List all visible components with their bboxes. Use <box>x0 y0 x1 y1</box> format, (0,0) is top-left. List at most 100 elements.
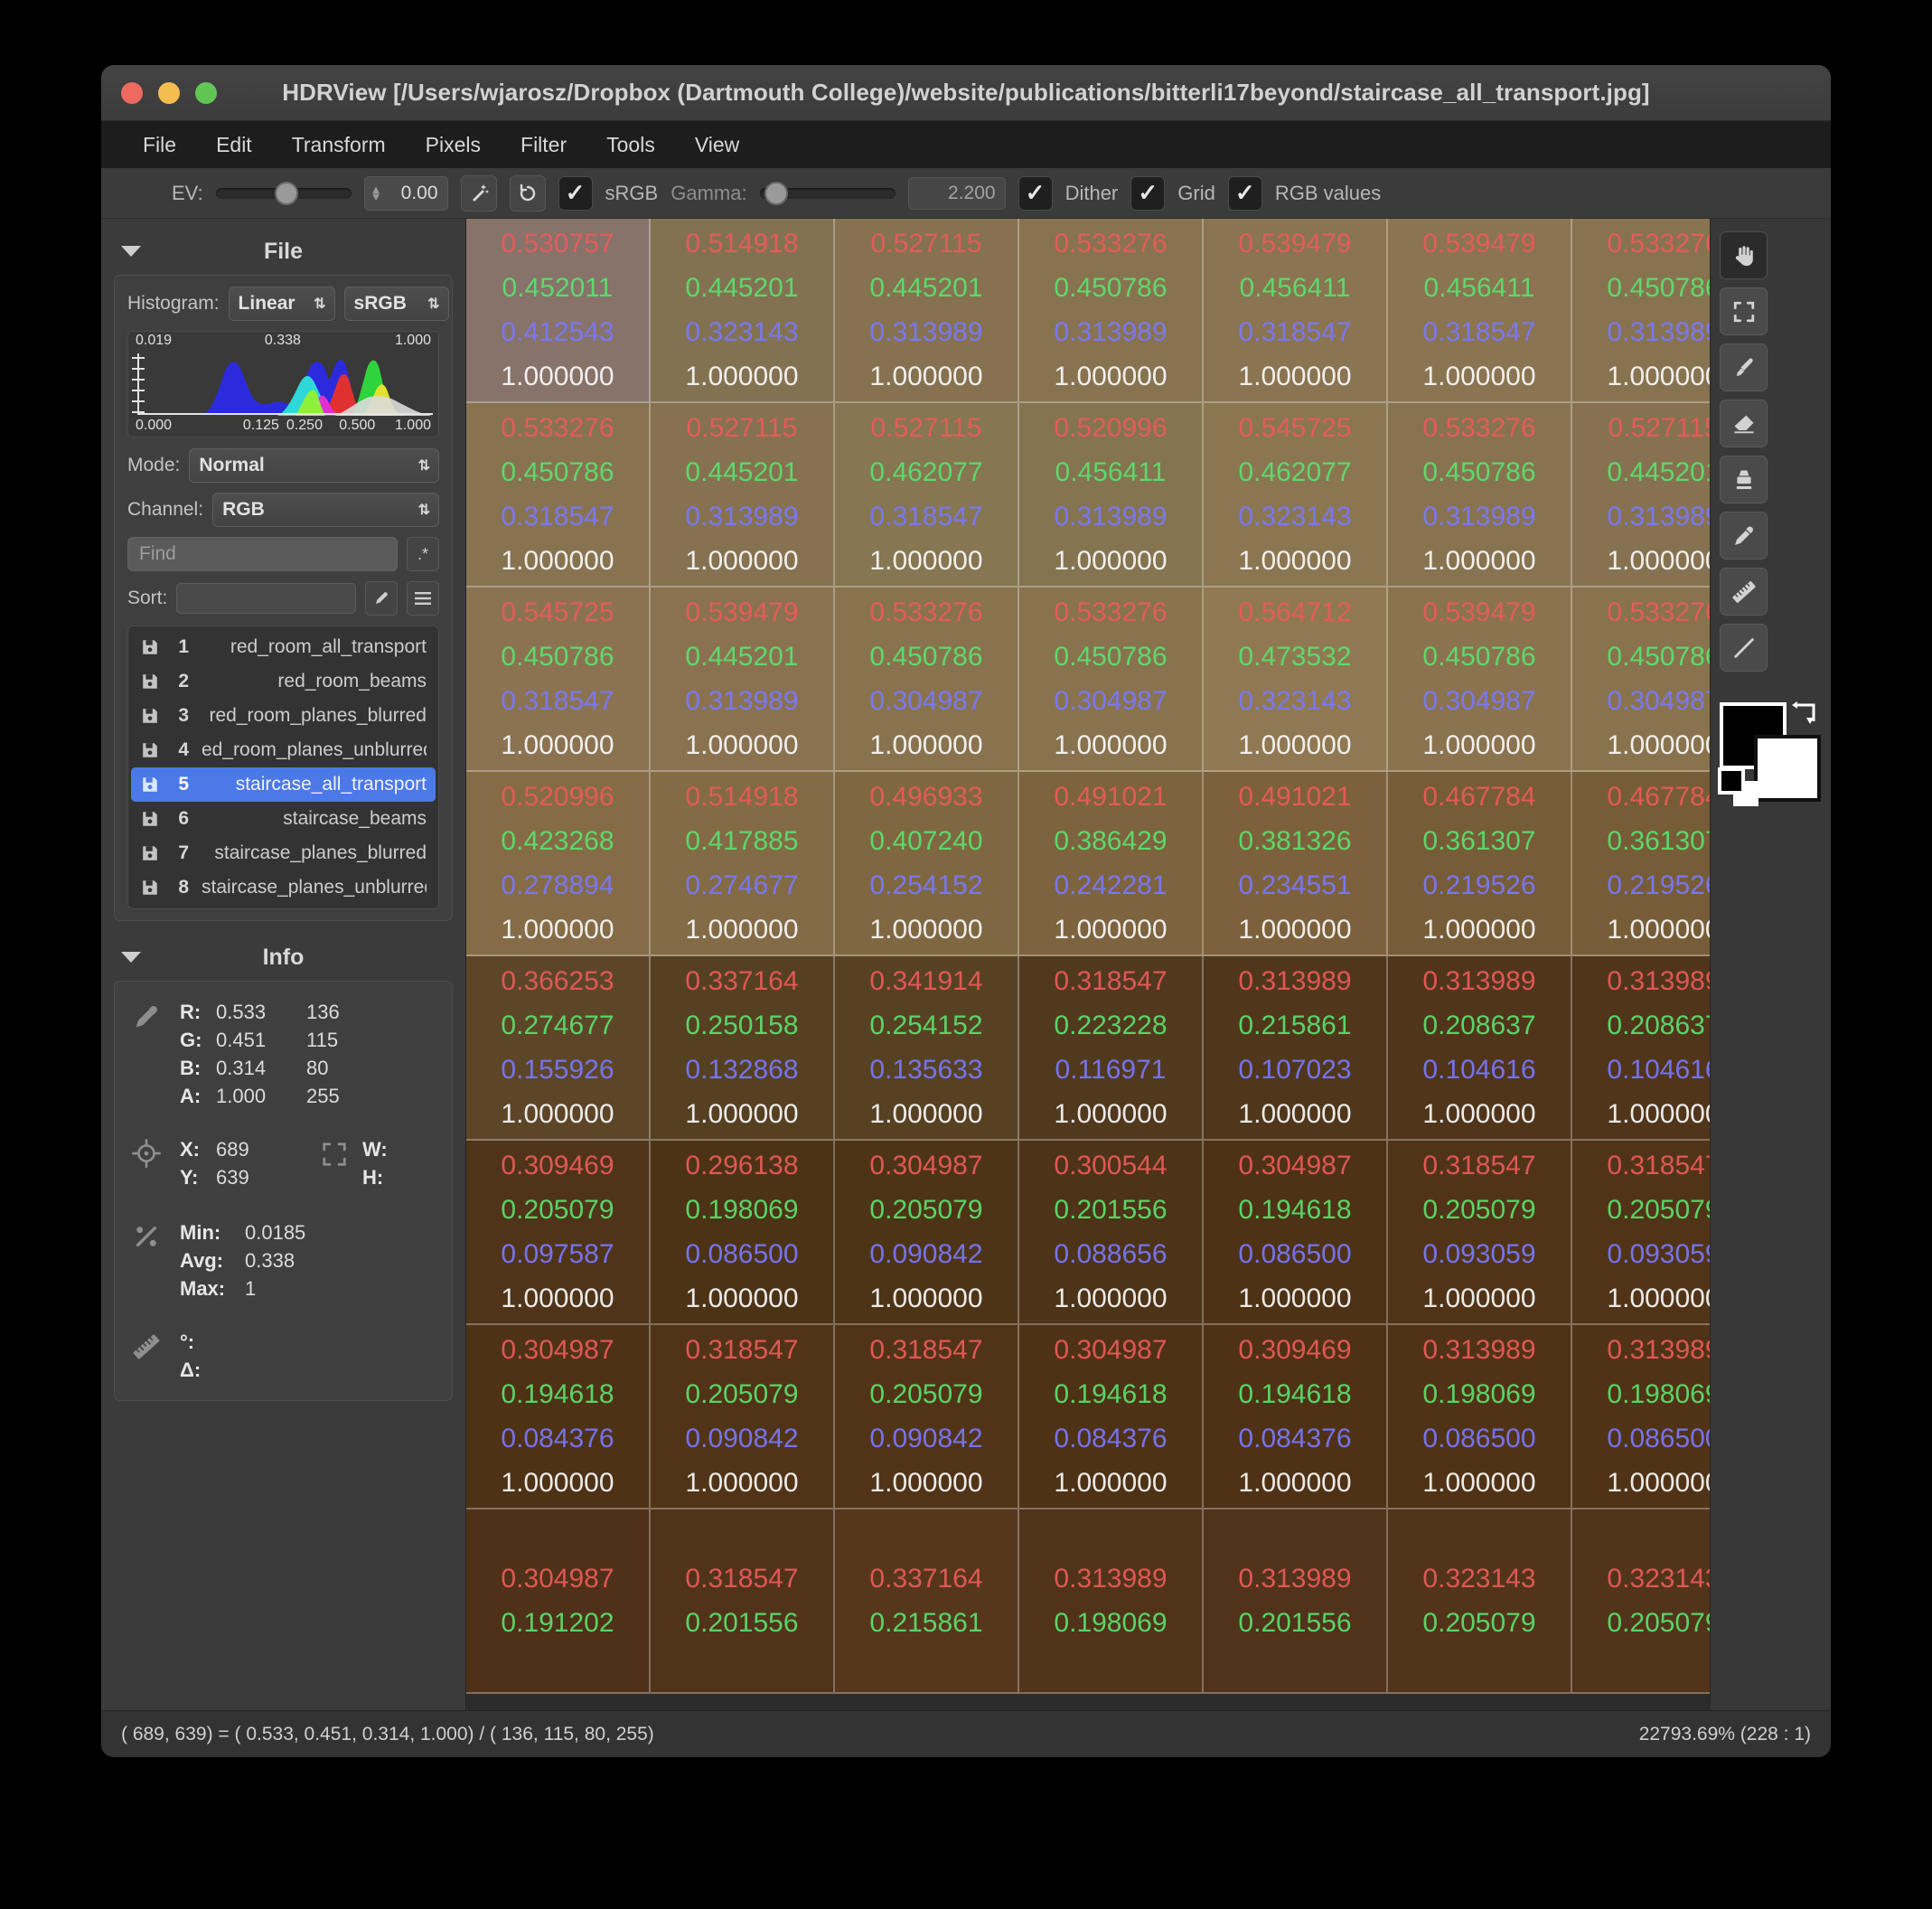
find-input[interactable]: Find <box>127 537 398 571</box>
menu-edit[interactable]: Edit <box>196 127 272 163</box>
pixel-cell[interactable]: 0.318547 0.205079 0.090842 1.000000 <box>651 1325 835 1509</box>
pixel-cell[interactable]: 0.304987 0.194618 0.084376 1.000000 <box>1019 1325 1204 1509</box>
pixel-cell[interactable]: 0.313989 0.215861 0.107023 1.000000 <box>1204 956 1388 1141</box>
menu-view[interactable]: View <box>675 127 759 163</box>
rectangular-select-tool[interactable] <box>1720 287 1768 335</box>
pixel-cell[interactable]: 0.530757 0.452011 0.412543 1.000000 <box>466 219 651 403</box>
srgb-checkbox[interactable]: ✓ <box>558 175 593 211</box>
pixel-cell[interactable]: 0.527115 0.462077 0.318547 1.000000 <box>835 403 1019 588</box>
pixel-cell[interactable]: 0.467784 0.361307 0.219526 1.000000 <box>1388 772 1572 956</box>
pixel-value-grid[interactable]: 0.530757 0.452011 0.412543 1.000000 0.514918… <box>466 219 1831 1710</box>
pixel-cell[interactable]: 0.533276 0.450786 0.313989 1.000000 <box>1019 219 1204 403</box>
file-list-item[interactable]: 6 staircase_beams <box>131 802 436 836</box>
pixel-cell[interactable]: 0.318547 0.201556 <box>651 1509 835 1694</box>
histogram-widget[interactable]: 0.019 0.338 1.000 0.000 0.125 0.250 0.50… <box>127 331 439 437</box>
menu-file[interactable]: File <box>123 127 196 163</box>
eyedropper-tool[interactable] <box>1720 512 1768 560</box>
pixel-cell[interactable]: 0.564712 0.473532 0.323143 1.000000 <box>1204 588 1388 772</box>
dither-checkbox[interactable]: ✓ <box>1018 175 1053 211</box>
mode-select[interactable]: Normal ⇅ <box>189 448 439 483</box>
file-list-item[interactable]: 3 red_room_planes_blurred <box>131 699 436 733</box>
pixel-cell[interactable]: 0.337164 0.215861 <box>835 1509 1019 1694</box>
pixel-cell[interactable]: 0.527115 0.445201 0.313989 1.000000 <box>835 219 1019 403</box>
brush-tool[interactable] <box>1720 343 1768 391</box>
file-list-item[interactable]: 5 staircase_all_transport <box>131 767 436 802</box>
pixel-cell[interactable]: 0.309469 0.205079 0.097587 1.000000 <box>466 1141 651 1325</box>
pixel-cell[interactable]: 0.496933 0.407240 0.254152 1.000000 <box>835 772 1019 956</box>
magic-wand-icon[interactable] <box>460 174 497 212</box>
pixel-cell[interactable]: 0.539479 0.456411 0.318547 1.000000 <box>1204 219 1388 403</box>
file-list-item[interactable]: 1 red_room_all_transport <box>131 630 436 664</box>
pixel-cell[interactable]: 0.491021 0.386429 0.242281 1.000000 <box>1019 772 1204 956</box>
pixel-cell[interactable]: 0.304987 0.205079 0.090842 1.000000 <box>835 1141 1019 1325</box>
rgb-values-checkbox[interactable]: ✓ <box>1227 175 1262 211</box>
menu-pixels[interactable]: Pixels <box>406 127 501 163</box>
sort-select[interactable] <box>176 583 356 614</box>
pixel-cell[interactable]: 0.533276 0.450786 0.313989 1.000000 <box>1388 403 1572 588</box>
file-list[interactable]: 1 red_room_all_transport 2 red_room_beams 3 r… <box>127 625 439 909</box>
gamma-slider[interactable] <box>759 181 896 205</box>
pixel-cell[interactable]: 0.539479 0.445201 0.313989 1.000000 <box>651 588 835 772</box>
pixel-cell[interactable]: 0.318547 0.205079 0.093059 1.000000 <box>1388 1141 1572 1325</box>
grid-checkbox[interactable]: ✓ <box>1130 175 1166 211</box>
pixel-cell[interactable]: 0.313989 0.198069 <box>1019 1509 1204 1694</box>
pixel-cell[interactable]: 0.318547 0.223228 0.116971 1.000000 <box>1019 956 1204 1141</box>
reset-icon[interactable] <box>509 174 546 212</box>
menu-tools[interactable]: Tools <box>586 127 675 163</box>
channel-select[interactable]: RGB ⇅ <box>212 493 439 527</box>
histogram-colorspace-select[interactable]: sRGB ⇅ <box>343 287 449 321</box>
ev-slider[interactable] <box>215 181 352 205</box>
pixel-cell[interactable]: 0.533276 0.450786 0.318547 1.000000 <box>466 403 651 588</box>
pixel-cell[interactable]: 0.323143 0.205079 <box>1388 1509 1572 1694</box>
pixel-cell[interactable]: 0.318547 0.205079 0.090842 1.000000 <box>835 1325 1019 1509</box>
pixel-cell[interactable]: 0.514918 0.417885 0.274677 1.000000 <box>651 772 835 956</box>
image-canvas[interactable]: 0.530757 0.452011 0.412543 1.000000 0.514918… <box>466 219 1831 1710</box>
pixel-cell[interactable]: 0.304987 0.194618 0.086500 1.000000 <box>1204 1141 1388 1325</box>
eyedropper-icon[interactable] <box>365 581 398 616</box>
pixel-cell[interactable]: 0.366253 0.274677 0.155926 1.000000 <box>466 956 651 1141</box>
pixel-cell[interactable]: 0.309469 0.194618 0.084376 1.000000 <box>1204 1325 1388 1509</box>
pixel-cell[interactable]: 0.313989 0.208637 0.104616 1.000000 <box>1388 956 1572 1141</box>
regex-toggle-button[interactable]: .* <box>407 537 439 571</box>
eraser-tool[interactable] <box>1720 400 1768 447</box>
file-list-item[interactable]: 7 staircase_planes_blurred <box>131 836 436 870</box>
histogram-scale-select[interactable]: Linear ⇅ <box>228 287 335 321</box>
gamma-value[interactable]: 2.200 <box>907 176 1006 210</box>
hand-tool[interactable] <box>1720 231 1768 279</box>
maximize-button[interactable] <box>195 81 217 104</box>
close-button[interactable] <box>121 81 143 104</box>
pixel-cell[interactable]: 0.341914 0.254152 0.135633 1.000000 <box>835 956 1019 1141</box>
pixel-cell[interactable]: 0.539479 0.456411 0.318547 1.000000 <box>1388 219 1572 403</box>
clone-stamp-tool[interactable] <box>1720 456 1768 503</box>
color-swatch-widget[interactable] <box>1718 697 1823 806</box>
pixel-cell[interactable]: 0.337164 0.250158 0.132868 1.000000 <box>651 956 835 1141</box>
pixel-cell[interactable]: 0.304987 0.194618 0.084376 1.000000 <box>466 1325 651 1509</box>
minimize-button[interactable] <box>158 81 180 104</box>
pixel-cell[interactable]: 0.539479 0.450786 0.304987 1.000000 <box>1388 588 1572 772</box>
pixel-cell[interactable]: 0.491021 0.381326 0.234551 1.000000 <box>1204 772 1388 956</box>
pixel-cell[interactable]: 0.313989 0.198069 0.086500 1.000000 <box>1388 1325 1572 1509</box>
pixel-cell[interactable]: 0.313989 0.201556 <box>1204 1509 1388 1694</box>
default-colors-icon[interactable] <box>1716 766 1763 809</box>
pixel-cell[interactable]: 0.545725 0.450786 0.318547 1.000000 <box>466 588 651 772</box>
file-list-item[interactable]: 8 staircase_planes_unblurred <box>131 870 436 905</box>
file-list-item[interactable]: 4 ed_room_planes_unblurred <box>131 733 436 767</box>
line-tool[interactable] <box>1720 624 1768 672</box>
info-panel-header[interactable]: Info <box>114 934 453 981</box>
pixel-cell[interactable]: 0.533276 0.450786 0.304987 1.000000 <box>835 588 1019 772</box>
pixel-cell[interactable]: 0.527115 0.445201 0.313989 1.000000 <box>651 403 835 588</box>
pixel-cell[interactable]: 0.296138 0.198069 0.086500 1.000000 <box>651 1141 835 1325</box>
list-options-icon[interactable] <box>407 581 439 616</box>
background-color-swatch[interactable] <box>1754 735 1821 802</box>
pixel-cell[interactable]: 0.520996 0.456411 0.313989 1.000000 <box>1019 403 1204 588</box>
pixel-cell[interactable]: 0.304987 0.191202 <box>466 1509 651 1694</box>
swap-colors-icon[interactable] <box>1788 697 1821 728</box>
menu-filter[interactable]: Filter <box>501 127 586 163</box>
file-panel-header[interactable]: File <box>114 228 453 275</box>
menu-transform[interactable]: Transform <box>272 127 406 163</box>
ruler-tool[interactable] <box>1720 568 1768 616</box>
pixel-cell[interactable]: 0.545725 0.462077 0.323143 1.000000 <box>1204 403 1388 588</box>
pixel-cell[interactable]: 0.533276 0.450786 0.304987 1.000000 <box>1019 588 1204 772</box>
ev-spinner[interactable]: ▲ ▼ 0.00 <box>363 175 448 211</box>
file-list-item[interactable]: 2 red_room_beams <box>131 664 436 699</box>
